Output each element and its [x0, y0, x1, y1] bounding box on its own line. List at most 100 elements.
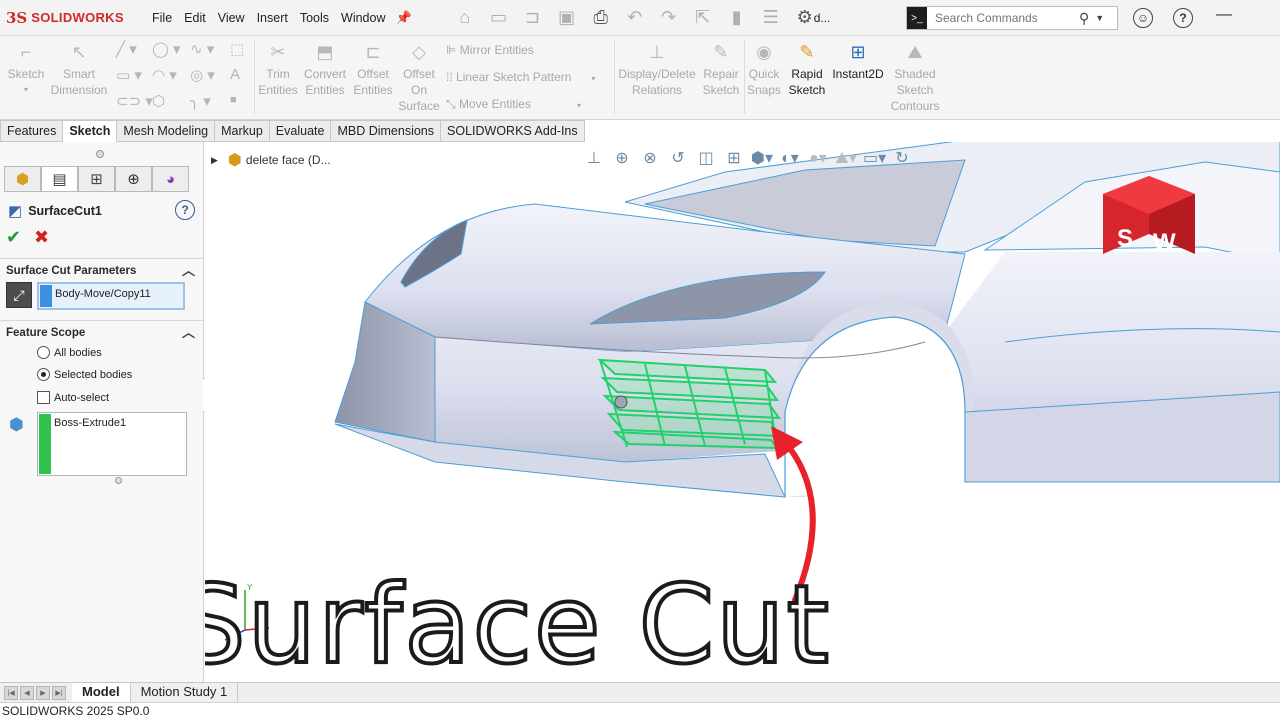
display-manager-tab-icon[interactable]: ◕ [152, 166, 189, 192]
feature-manager-tab-icon[interactable]: ⬢ [4, 166, 41, 192]
checkbox-auto-select[interactable]: Auto-select [37, 391, 109, 404]
search-icon[interactable]: ⚲ [1079, 10, 1089, 27]
quick-snaps-button[interactable]: ◉ Quick Snaps [746, 38, 782, 98]
print-icon[interactable]: ⎙ [588, 7, 614, 28]
menu-window[interactable]: Window [335, 11, 391, 25]
slot-straight-icon[interactable]: ⊂⊃ ▾ [116, 92, 153, 110]
view-cube-icon[interactable]: ⬢▾ [751, 148, 773, 168]
shaded-sketch-contours-button[interactable]: ⛰ Shaded Sketch Contours [888, 38, 942, 114]
trim-entities-button[interactable]: ✂ Trim Entities [256, 38, 300, 98]
undo-icon[interactable]: ↶ [622, 7, 648, 28]
tab-sketch[interactable]: Sketch [63, 120, 118, 142]
home-icon[interactable]: ⌂ [452, 7, 478, 28]
first-tab-icon[interactable]: |◀ [4, 685, 18, 700]
tab-solidworks-add-ins[interactable]: SOLIDWORKS Add-Ins [441, 120, 585, 142]
rebuild-icon[interactable]: ▮ [724, 7, 750, 28]
cut-tool-selection-box[interactable]: Body-Move/Copy11 [37, 282, 185, 310]
prev-tab-icon[interactable]: ◀ [20, 685, 34, 700]
menu-file[interactable]: File [146, 11, 178, 25]
point-icon[interactable]: ■ [230, 94, 237, 106]
radio-button[interactable] [37, 368, 50, 381]
radio-button[interactable] [37, 346, 50, 359]
menu-edit[interactable]: Edit [178, 11, 212, 25]
new-icon[interactable]: ▭ [486, 7, 512, 28]
convert-entities-button[interactable]: ⬒ Convert Entities [300, 38, 350, 98]
search-input[interactable] [927, 11, 1077, 25]
select-icon[interactable]: ⇱ [690, 7, 716, 28]
arc-icon[interactable]: ◠ ▾ [152, 66, 177, 84]
offset-on-surface-button[interactable]: ◇ Offset On Surface [396, 38, 442, 114]
display-style-icon[interactable]: ◐▾ [779, 148, 801, 168]
panel-splitter-handle[interactable] [96, 150, 104, 158]
fillet-icon[interactable]: ╮ ▾ [190, 92, 211, 110]
ellipse-icon[interactable]: ◎ ▾ [190, 66, 215, 84]
user-account-icon[interactable]: ☺ [1133, 8, 1153, 28]
configuration-manager-tab-icon[interactable]: ⊞ [78, 166, 115, 192]
ok-checkmark-icon[interactable]: ✔ [6, 227, 21, 248]
resize-handle[interactable] [115, 477, 122, 484]
instant2d-button[interactable]: ⊞ Instant2D [830, 38, 886, 82]
tab-markup[interactable]: Markup [215, 120, 270, 142]
open-icon[interactable]: ⊐ [520, 7, 546, 28]
property-manager-tab-icon[interactable]: ▤ [41, 166, 78, 192]
cancel-x-icon[interactable]: ✖ [34, 227, 49, 248]
flip-cut-icon[interactable]: ⤢ [6, 282, 32, 308]
dimxpert-tab-icon[interactable]: ⊕ [115, 166, 152, 192]
repair-sketch-button[interactable]: ✎ Repair Sketch [700, 38, 742, 98]
tab-mesh-modeling[interactable]: Mesh Modeling [117, 120, 216, 142]
radio-all-bodies[interactable]: All bodies [37, 346, 102, 359]
display-delete-relations-button[interactable]: ⊥ Display/Delete Relations [616, 38, 698, 98]
polygon-icon[interactable]: ⬡ [152, 92, 165, 110]
zoom-area-icon[interactable]: ⊗ [639, 148, 661, 168]
tab-features[interactable]: Features [0, 120, 64, 142]
scene-icon[interactable]: ▭▾ [863, 148, 886, 168]
previous-view-icon[interactable]: ↺ [667, 148, 689, 168]
save-icon[interactable]: ▣ [554, 7, 580, 28]
rapid-sketch-button[interactable]: ✎ Rapid Sketch [786, 38, 828, 98]
help-icon[interactable]: ? [175, 200, 195, 220]
sketch-button[interactable]: ⌐ Sketch ▾ [4, 38, 48, 98]
menu-insert[interactable]: Insert [251, 11, 294, 25]
help-icon[interactable]: ? [1173, 8, 1193, 28]
mirror-entities-button[interactable]: ⊫ Mirror Entities [446, 43, 534, 57]
tab-model[interactable]: Model [72, 682, 131, 703]
section-header[interactable]: Surface Cut Parameters ︿ [0, 259, 203, 283]
graphics-area[interactable]: S W Y Surface Cut ▶ ⬢ delete face (D... … [205, 142, 1280, 682]
slot-icon[interactable]: ⬚ [230, 40, 244, 58]
menu-tools[interactable]: Tools [294, 11, 335, 25]
rotate-view-icon[interactable]: ↻ [891, 148, 913, 168]
tab-motion-study-1[interactable]: Motion Study 1 [131, 682, 239, 703]
move-entities-button[interactable]: ⤡ Move Entities ▾ [446, 97, 581, 112]
chevron-up-icon[interactable]: ︿ [182, 259, 195, 283]
dynamic-annotation-icon[interactable]: ⊞ [723, 148, 745, 168]
linear-sketch-pattern-button[interactable]: ⁞⁞ Linear Sketch Pattern ▾ [446, 70, 595, 84]
bodies-selection-box[interactable]: Boss-Extrude1 [37, 412, 187, 476]
tab-evaluate[interactable]: Evaluate [269, 120, 332, 142]
pin-icon[interactable]: 📌 [396, 10, 412, 26]
feature-tree-flyout[interactable]: ▶ ⬢ delete face (D... [211, 150, 331, 170]
file-properties-icon[interactable]: ☰ [758, 7, 784, 28]
radio-selected-bodies[interactable]: Selected bodies [37, 368, 132, 381]
section-header[interactable]: Feature Scope ︿ [0, 321, 203, 345]
rectangle-icon[interactable]: ▭ ▾ [116, 66, 142, 84]
next-tab-icon[interactable]: ▶ [36, 685, 50, 700]
spline-icon[interactable]: ∿ ▾ [190, 40, 214, 58]
circle-icon[interactable]: ◯ ▾ [152, 40, 180, 58]
expand-arrow-icon[interactable]: ▶ [211, 155, 218, 166]
zoom-to-fit-icon[interactable]: ⊕ [611, 148, 633, 168]
text-icon[interactable]: A [230, 66, 240, 83]
search-commands[interactable]: >_ ⚲ ▼ [906, 6, 1118, 30]
redo-icon[interactable]: ↷ [656, 7, 682, 28]
section-view-icon[interactable]: ◫ [695, 148, 717, 168]
smart-dimension-button[interactable]: ↖ Smart Dimension [50, 38, 108, 98]
selected-body-item[interactable]: Boss-Extrude1 [54, 417, 126, 429]
appearance-icon[interactable]: ⛰▾ [835, 148, 857, 168]
last-tab-icon[interactable]: ▶| [52, 685, 66, 700]
menu-view[interactable]: View [212, 11, 251, 25]
solidworks-logo[interactable]: 3S SOLIDWORKS [0, 9, 146, 27]
tab-mbd-dimensions[interactable]: MBD Dimensions [331, 120, 442, 142]
chevron-up-icon[interactable]: ︿ [182, 321, 195, 345]
checkbox[interactable] [37, 391, 50, 404]
line-icon[interactable]: ╱ ▾ [116, 40, 137, 58]
minimize-icon[interactable]: — [1216, 6, 1232, 24]
